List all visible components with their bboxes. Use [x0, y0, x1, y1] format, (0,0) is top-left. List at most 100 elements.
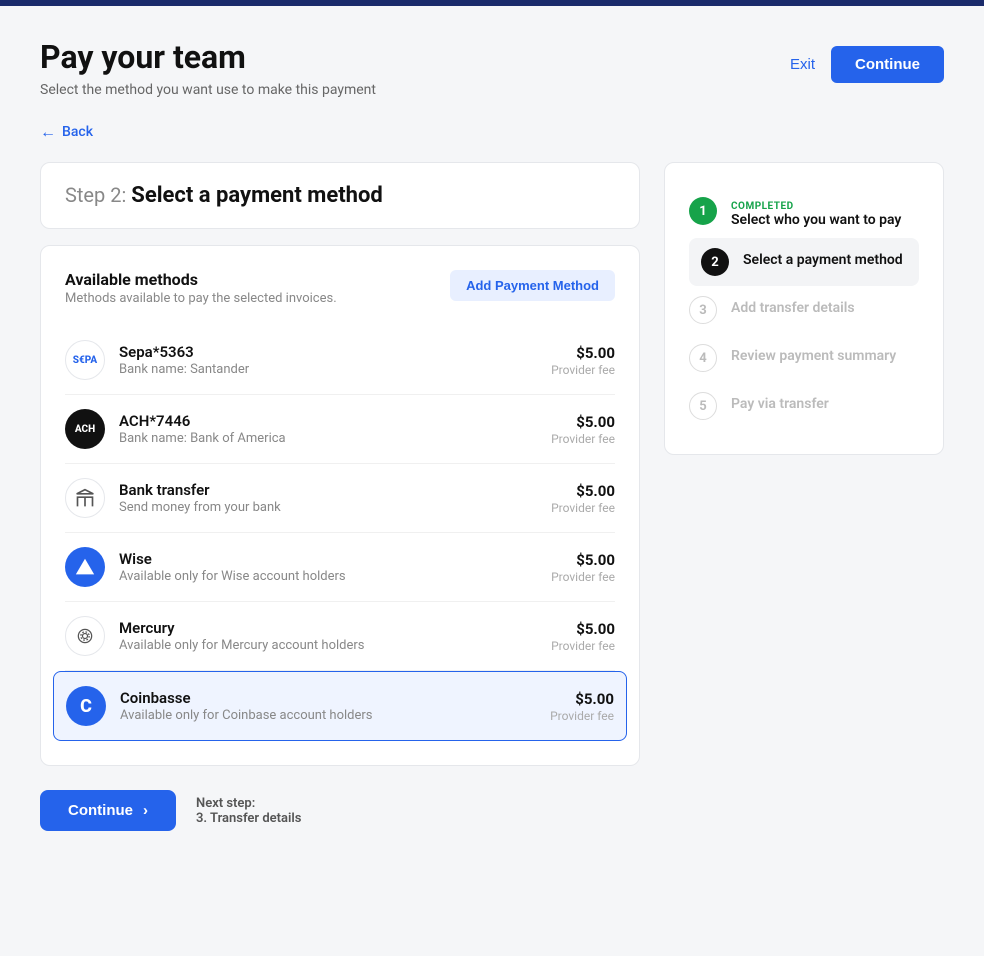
sepa-icon: S€PA: [65, 340, 105, 380]
methods-title: Available methods: [65, 270, 337, 289]
wise-name: Wise: [119, 550, 551, 568]
method-row-bank[interactable]: Bank transfer Send money from your bank …: [65, 464, 615, 533]
method-row-sepa[interactable]: S€PA Sepa*5363 Bank name: Santander $5.0…: [65, 326, 615, 395]
continue-button-bottom[interactable]: Continue ›: [40, 790, 176, 831]
step-text-3: Add transfer details: [731, 296, 855, 316]
step-badge-3: 3: [689, 296, 717, 324]
steps-panel: 1 COMPLETED Select who you want to pay 2…: [664, 162, 944, 455]
step-number-5: 5: [699, 399, 706, 414]
step-header-card: Step 2: Select a payment method: [40, 162, 640, 229]
bank-icon: [65, 478, 105, 518]
methods-header: Available methods Methods available to p…: [65, 270, 615, 306]
bank-name: Bank transfer: [119, 481, 551, 499]
step-item-1: 1 COMPLETED Select who you want to pay: [689, 187, 919, 238]
ach-info: ACH*7446 Bank name: Bank of America: [119, 412, 551, 446]
header-left: Pay your team Select the method you want…: [40, 38, 376, 98]
step-badge-4: 4: [689, 344, 717, 372]
step-label-2: Select a payment method: [743, 252, 903, 268]
mercury-name: Mercury: [119, 619, 551, 637]
step-status-1: COMPLETED: [731, 201, 901, 212]
step-prefix: Step 2: Select a payment method: [65, 183, 383, 207]
step-item-3: 3 Add transfer details: [689, 286, 919, 334]
bank-fee: $5.00 Provider fee: [551, 482, 615, 515]
sepa-fee-amount: $5.00: [551, 344, 615, 362]
page-subtitle: Select the method you want use to make t…: [40, 82, 376, 98]
mercury-fee-label: Provider fee: [551, 639, 615, 653]
coinbase-icon: C: [66, 686, 106, 726]
step-badge-5: 5: [689, 392, 717, 420]
mercury-fee-amount: $5.00: [551, 620, 615, 638]
mercury-fee: $5.00 Provider fee: [551, 620, 615, 653]
continue-arrow-icon: ›: [143, 802, 148, 819]
method-row-coinbase[interactable]: C Coinbasse Available only for Coinbase …: [53, 671, 627, 741]
sepa-name: Sepa*5363: [119, 343, 551, 361]
wise-icon: [65, 547, 105, 587]
step-number-4: 4: [699, 351, 706, 366]
method-row-ach[interactable]: ACH ACH*7446 Bank name: Bank of America …: [65, 395, 615, 464]
ach-icon: ACH: [65, 409, 105, 449]
coinbase-desc: Available only for Coinbase account hold…: [120, 708, 550, 723]
back-arrow-icon: ←: [40, 122, 56, 142]
next-step-prefix: Next step:: [196, 796, 301, 811]
bank-info: Bank transfer Send money from your bank: [119, 481, 551, 515]
step-badge-1: 1: [689, 197, 717, 225]
coinbase-name: Coinbasse: [120, 689, 550, 707]
header-actions: Exit Continue: [790, 46, 944, 83]
coinbase-info: Coinbasse Available only for Coinbase ac…: [120, 689, 550, 723]
step-item-4: 4 Review payment summary: [689, 334, 919, 382]
page-header: Pay your team Select the method you want…: [40, 38, 944, 98]
mercury-desc: Available only for Mercury account holde…: [119, 638, 551, 653]
wise-info: Wise Available only for Wise account hol…: [119, 550, 551, 584]
ach-desc: Bank name: Bank of America: [119, 431, 551, 446]
step-label-3: Add transfer details: [731, 300, 855, 316]
ach-fee: $5.00 Provider fee: [551, 413, 615, 446]
sepa-info: Sepa*5363 Bank name: Santander: [119, 343, 551, 377]
continue-button-top[interactable]: Continue: [831, 46, 944, 83]
back-label: Back: [62, 124, 93, 140]
sepa-fee: $5.00 Provider fee: [551, 344, 615, 377]
back-link[interactable]: ← Back: [40, 122, 944, 142]
step-item-2: 2 Select a payment method: [689, 238, 919, 286]
bottom-bar: Continue › Next step: 3. Transfer detail…: [40, 790, 640, 831]
exit-button[interactable]: Exit: [790, 56, 815, 73]
ach-name: ACH*7446: [119, 412, 551, 430]
page-title: Pay your team: [40, 38, 376, 76]
step-label-4: Review payment summary: [731, 348, 896, 364]
coinbase-fee-amount: $5.00: [550, 690, 614, 708]
step-label-5: Pay via transfer: [731, 396, 829, 412]
method-row-wise[interactable]: Wise Available only for Wise account hol…: [65, 533, 615, 602]
left-panel: Step 2: Select a payment method Availabl…: [40, 162, 640, 831]
mercury-info: Mercury Available only for Mercury accou…: [119, 619, 551, 653]
ach-fee-label: Provider fee: [551, 432, 615, 446]
step-item-5: 5 Pay via transfer: [689, 382, 919, 430]
next-step-info: Next step: 3. Transfer details: [196, 796, 301, 826]
step-title: Select a payment method: [131, 183, 383, 208]
methods-card: Available methods Methods available to p…: [40, 245, 640, 766]
continue-bottom-label: Continue: [68, 802, 133, 819]
wise-desc: Available only for Wise account holders: [119, 569, 551, 584]
sepa-desc: Bank name: Santander: [119, 362, 551, 377]
wise-fee-label: Provider fee: [551, 570, 615, 584]
step-text-5: Pay via transfer: [731, 392, 829, 412]
methods-header-text: Available methods Methods available to p…: [65, 270, 337, 306]
sepa-icon-label: S€PA: [73, 355, 97, 366]
right-panel: 1 COMPLETED Select who you want to pay 2…: [664, 162, 944, 831]
step-label-1: Select who you want to pay: [731, 212, 901, 228]
method-row-mercury[interactable]: Mercury Available only for Mercury accou…: [65, 602, 615, 671]
coinbase-fee: $5.00 Provider fee: [550, 690, 614, 723]
add-payment-method-button[interactable]: Add Payment Method: [450, 270, 615, 301]
wise-fee-amount: $5.00: [551, 551, 615, 569]
bank-fee-label: Provider fee: [551, 501, 615, 515]
step-text-4: Review payment summary: [731, 344, 896, 364]
main-content: Step 2: Select a payment method Availabl…: [40, 162, 944, 831]
coinbase-fee-label: Provider fee: [550, 709, 614, 723]
ach-fee-amount: $5.00: [551, 413, 615, 431]
coinbase-icon-label: C: [80, 696, 92, 717]
sepa-fee-label: Provider fee: [551, 363, 615, 377]
methods-subtitle: Methods available to pay the selected in…: [65, 291, 337, 306]
ach-icon-label: ACH: [75, 424, 95, 435]
step-text-2: Select a payment method: [743, 248, 903, 268]
step-badge-2: 2: [701, 248, 729, 276]
step-text-1: COMPLETED Select who you want to pay: [731, 197, 901, 228]
mercury-icon: [65, 616, 105, 656]
